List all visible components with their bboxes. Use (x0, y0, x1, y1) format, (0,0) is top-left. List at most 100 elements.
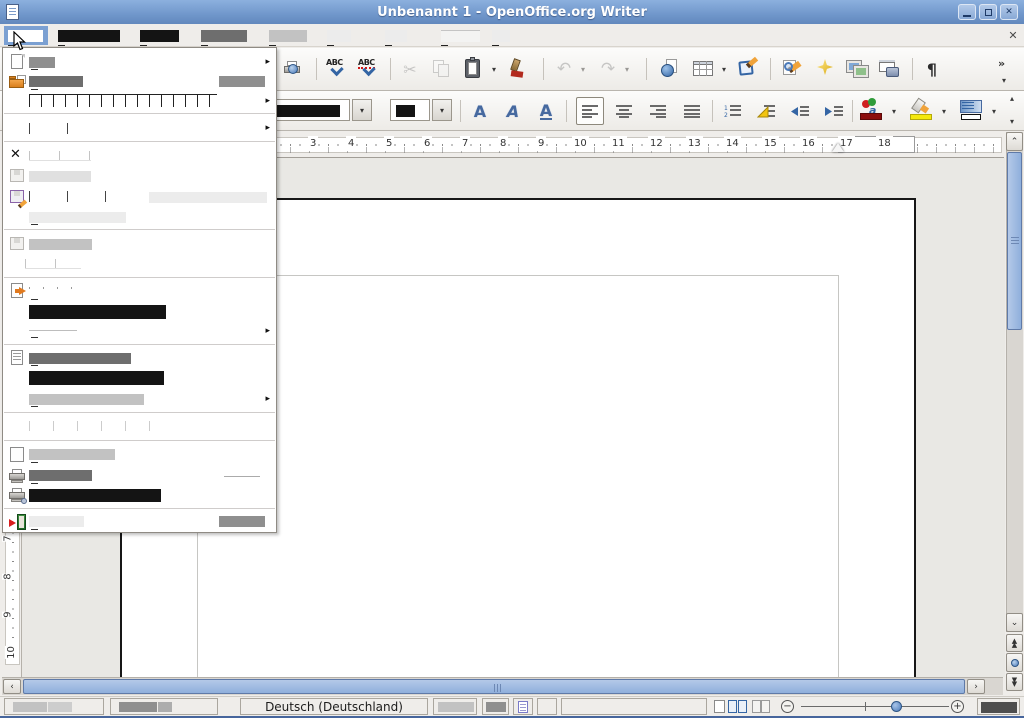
file-menu-item-redacted-black-1[interactable] (3, 303, 276, 320)
find-replace-button[interactable] (780, 55, 808, 83)
navigation-button[interactable] (1006, 653, 1023, 672)
titlebar[interactable]: Unbenannt 1 - OpenOffice.org Writer ✕ (0, 0, 1024, 24)
double-page-layout-icon-right[interactable] (738, 700, 747, 713)
menu-item-2-redacted[interactable] (54, 26, 125, 45)
menu-item-7-redacted[interactable] (381, 26, 412, 45)
file-menu-item-save-all[interactable] (3, 208, 276, 226)
bullet-list-button[interactable] (752, 97, 780, 125)
menu-item-9-redacted[interactable] (488, 26, 515, 45)
single-page-layout-icon[interactable] (714, 700, 725, 713)
navigator-button[interactable] (812, 55, 840, 83)
font-name-dropdown-button[interactable]: ▾ (352, 99, 372, 121)
maximize-button[interactable] (979, 4, 997, 20)
redo-button[interactable]: ↷ (594, 55, 622, 83)
zoom-in-button[interactable]: + (951, 700, 964, 713)
vertical-scrollbar-thumb[interactable] (1007, 152, 1022, 330)
toolbar-overflow-button[interactable]: » (998, 57, 1005, 70)
table-dropdown-arrow[interactable]: ▾ (722, 65, 726, 74)
file-menu-item-save-as[interactable] (3, 187, 276, 207)
format-paintbrush-button[interactable] (506, 55, 534, 83)
status-info-cell[interactable] (561, 698, 707, 715)
toolbar-scroll-down-arrow[interactable]: ▾ (1010, 117, 1014, 126)
spellcheck-button[interactable]: ABC (324, 55, 352, 83)
toolbar-options-arrow[interactable]: ▾ (1002, 76, 1006, 85)
print-preview-button[interactable] (282, 55, 310, 83)
file-menu-item-versions[interactable] (3, 255, 276, 273)
file-menu-item-save-disabled[interactable] (3, 166, 276, 186)
menu-item-3-redacted[interactable] (136, 26, 184, 45)
numbered-list-button[interactable]: 12 (718, 97, 746, 125)
cut-button[interactable]: ✂ (396, 55, 424, 83)
font-size-combo[interactable] (390, 99, 430, 121)
close-document-button[interactable]: ✕ (1005, 29, 1021, 45)
file-menu-item-templates[interactable]: ▸ (3, 390, 276, 408)
status-insert-mode-cell[interactable] (433, 698, 477, 715)
file-menu-item-new-document[interactable]: ▸ (3, 53, 276, 71)
align-center-button[interactable] (610, 97, 638, 125)
menu-item-8-redacted[interactable] (437, 26, 485, 45)
menu-item-5-redacted[interactable] (265, 26, 312, 45)
justify-button[interactable] (678, 97, 706, 125)
scroll-down-button[interactable]: ⌄ (1006, 613, 1023, 632)
right-indent-marker[interactable] (832, 143, 844, 152)
status-page-number-cell[interactable] (4, 698, 104, 715)
file-menu-item-exit[interactable] (3, 512, 276, 531)
horizontal-scrollbar-track[interactable]: ‹ › (2, 677, 1003, 695)
redo-dropdown-arrow[interactable]: ▾ (625, 65, 629, 74)
undo-button[interactable]: ↶ (550, 55, 578, 83)
background-color-button[interactable] (958, 97, 986, 125)
nonprinting-characters-button[interactable]: ¶ (918, 55, 946, 83)
data-sources-button[interactable] (876, 55, 904, 83)
book-layout-icon-left[interactable] (752, 700, 761, 713)
scroll-up-button[interactable]: ⌃ (1006, 132, 1023, 151)
file-menu-item-properties[interactable] (3, 349, 276, 367)
previous-page-button[interactable]: ▲▲ (1006, 634, 1023, 652)
bold-button[interactable]: A (466, 97, 494, 125)
file-menu-item-print[interactable] (3, 466, 276, 485)
file-menu-item-recent-documents[interactable]: ▸ (3, 92, 276, 109)
undo-dropdown-arrow[interactable]: ▾ (581, 65, 585, 74)
toolbar-scroll-up-arrow[interactable]: ▴ (1010, 94, 1014, 103)
status-digital-signature-cell[interactable] (537, 698, 557, 715)
minimize-button[interactable] (958, 4, 976, 20)
draw-functions-button[interactable] (736, 55, 764, 83)
underline-button[interactable]: A (532, 97, 560, 125)
paste-button[interactable] (460, 55, 488, 83)
align-left-button[interactable] (576, 97, 604, 125)
file-menu-item-send[interactable]: ▸ (3, 322, 276, 339)
file-menu-item-wizards[interactable]: ▸ (3, 119, 276, 136)
horizontal-scrollbar-thumb[interactable] (23, 679, 965, 694)
hyperlink-button[interactable] (658, 55, 686, 83)
file-menu-item-redacted-black-2[interactable] (3, 369, 276, 386)
decrease-indent-button[interactable] (786, 97, 814, 125)
status-zoom-percent-cell[interactable] (977, 698, 1020, 715)
increase-indent-button[interactable] (820, 97, 848, 125)
status-selection-mode-cell[interactable] (482, 698, 509, 715)
file-menu-item-reload-disabled[interactable] (3, 234, 276, 254)
scroll-left-button[interactable]: ‹ (3, 679, 21, 694)
file-menu-item-close[interactable]: ✕ (3, 147, 276, 164)
gallery-button[interactable] (844, 55, 872, 83)
file-menu-item-page-preview[interactable] (3, 445, 276, 464)
zoom-slider-track[interactable] (801, 706, 949, 707)
auto-spellcheck-button[interactable]: ABC (356, 55, 384, 83)
file-menu-item-web-preview[interactable] (3, 417, 276, 435)
zoom-slider-thumb[interactable] (891, 701, 902, 712)
file-menu-item-export[interactable] (3, 281, 276, 301)
scroll-right-button[interactable]: › (967, 679, 985, 694)
status-document-modified-cell[interactable] (513, 698, 533, 715)
paste-dropdown-arrow[interactable]: ▾ (492, 65, 496, 74)
font-color-dropdown-arrow[interactable]: ▾ (892, 107, 896, 116)
menu-item-4-redacted[interactable] (197, 26, 252, 45)
zoom-out-button[interactable]: − (781, 700, 794, 713)
status-language-cell[interactable]: Deutsch (Deutschland) (240, 698, 428, 715)
italic-button[interactable]: A (499, 97, 527, 125)
copy-button[interactable] (428, 55, 456, 83)
status-page-style-cell[interactable] (110, 698, 218, 715)
font-color-button[interactable]: a (858, 97, 886, 125)
next-page-button[interactable]: ▼▼ (1006, 673, 1023, 691)
menu-item-6-redacted[interactable] (323, 26, 356, 45)
font-size-dropdown-button[interactable]: ▾ (432, 99, 452, 121)
insert-table-button[interactable] (690, 55, 718, 83)
background-color-dropdown-arrow[interactable]: ▾ (992, 107, 996, 116)
